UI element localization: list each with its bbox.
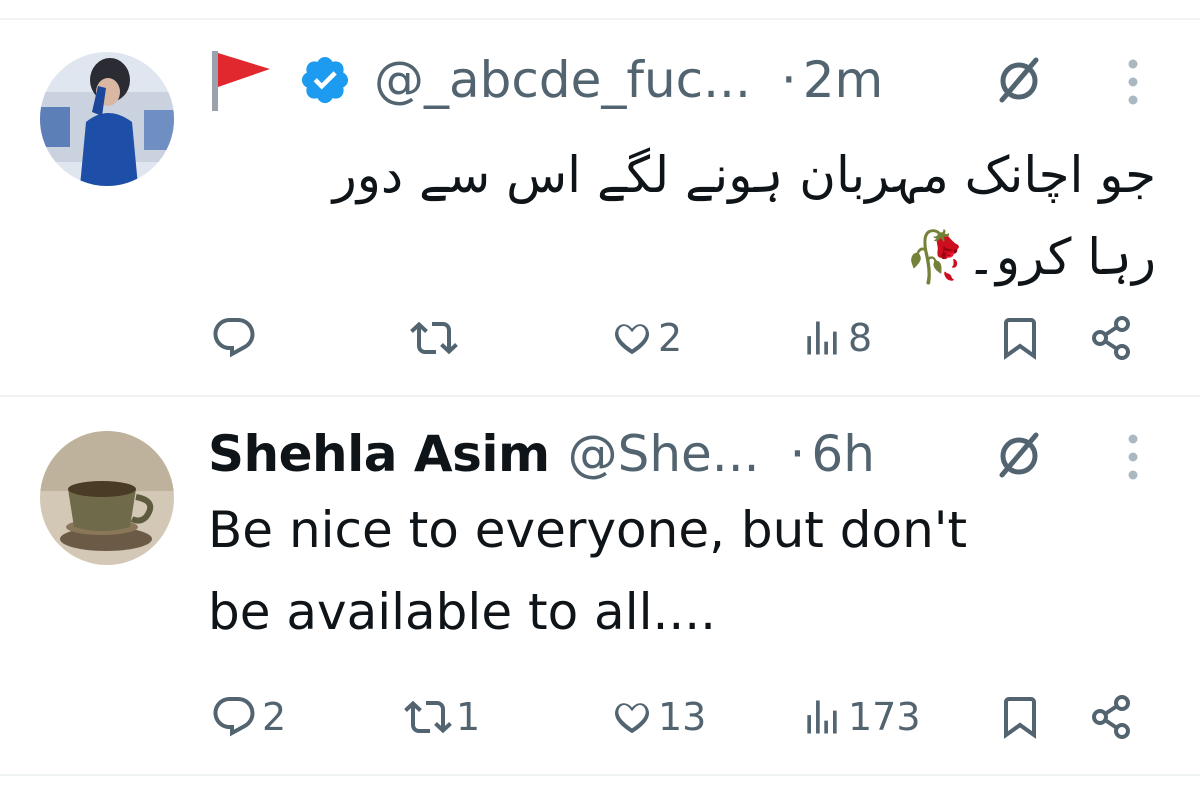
reply-button[interactable]: 2 xyxy=(210,687,286,747)
flag-emoji xyxy=(208,47,274,113)
like-icon xyxy=(614,703,650,734)
handle[interactable]: @She... xyxy=(568,425,760,483)
tweet-2[interactable]: Shehla Asim @She... · 6h Be nice to ever… xyxy=(0,397,1200,775)
reply-button[interactable] xyxy=(210,308,262,368)
tweet-1[interactable]: @_abcde_fuc... · 2m جو اچانک مہربان ہونے… xyxy=(0,0,1200,395)
separator-dot: · xyxy=(789,425,806,483)
like-count: 2 xyxy=(658,316,683,360)
reply-icon xyxy=(213,697,255,737)
views-count: 173 xyxy=(848,695,921,739)
views-count: 8 xyxy=(848,316,873,360)
bookmark-icon xyxy=(1004,697,1036,739)
more-icon[interactable] xyxy=(1127,433,1139,485)
verified-icon xyxy=(298,53,352,107)
handle[interactable]: @_abcde_fuc... xyxy=(374,51,751,109)
tweet-actions: 2 8 xyxy=(0,308,1200,368)
share-icon xyxy=(1092,695,1130,739)
like-count: 13 xyxy=(658,695,707,739)
retweet-count: 1 xyxy=(456,695,481,739)
timestamp[interactable]: 2m xyxy=(803,51,884,109)
tweet-text: جو اچانک مہربان ہونے لگے اس سے دور رہا ک… xyxy=(236,134,1156,298)
tweet-text-line-2: be available to all.... xyxy=(208,583,717,641)
mute-icon[interactable] xyxy=(992,52,1046,106)
tweet-actions: 2 1 13 173 xyxy=(0,687,1200,747)
separator-dot: · xyxy=(780,51,797,109)
tweet-divider xyxy=(0,774,1200,776)
avatar[interactable] xyxy=(40,52,174,186)
more-icon[interactable] xyxy=(1127,58,1139,110)
tweet-text-line-2: رہا کرو۔🥀 xyxy=(904,228,1156,286)
like-button[interactable]: 13 xyxy=(610,687,706,747)
retweet-button[interactable]: 1 xyxy=(404,687,480,747)
tweet-text-line-1: Be nice to everyone, but don't xyxy=(208,501,968,559)
display-name[interactable]: Shehla Asim xyxy=(208,425,550,483)
tweet-text-line-1: جو اچانک مہربان ہونے لگے اس سے دور xyxy=(332,146,1156,204)
tweet-header: @_abcde_fuc... · 2m xyxy=(208,45,883,115)
tweet-header: Shehla Asim @She... · 6h xyxy=(208,419,875,489)
bookmark-button[interactable] xyxy=(996,308,1044,368)
views-button[interactable]: 8 xyxy=(800,308,872,368)
like-icon xyxy=(614,324,650,355)
bookmark-icon xyxy=(1004,318,1036,360)
retweet-icon xyxy=(404,700,452,734)
share-button[interactable] xyxy=(1088,308,1136,368)
share-icon xyxy=(1092,316,1130,360)
mute-icon[interactable] xyxy=(992,427,1046,481)
share-button[interactable] xyxy=(1088,687,1136,747)
views-icon xyxy=(807,321,837,355)
bookmark-button[interactable] xyxy=(996,687,1044,747)
like-button[interactable]: 2 xyxy=(610,308,682,368)
timestamp[interactable]: 6h xyxy=(811,425,875,483)
reply-icon xyxy=(213,318,255,358)
avatar[interactable] xyxy=(40,431,174,565)
retweet-icon xyxy=(410,321,458,355)
views-button[interactable]: 173 xyxy=(800,687,921,747)
tweet-text: Be nice to everyone, but don't be availa… xyxy=(208,489,1158,653)
views-icon xyxy=(807,700,837,734)
reply-count: 2 xyxy=(262,695,287,739)
retweet-button[interactable] xyxy=(410,308,462,368)
